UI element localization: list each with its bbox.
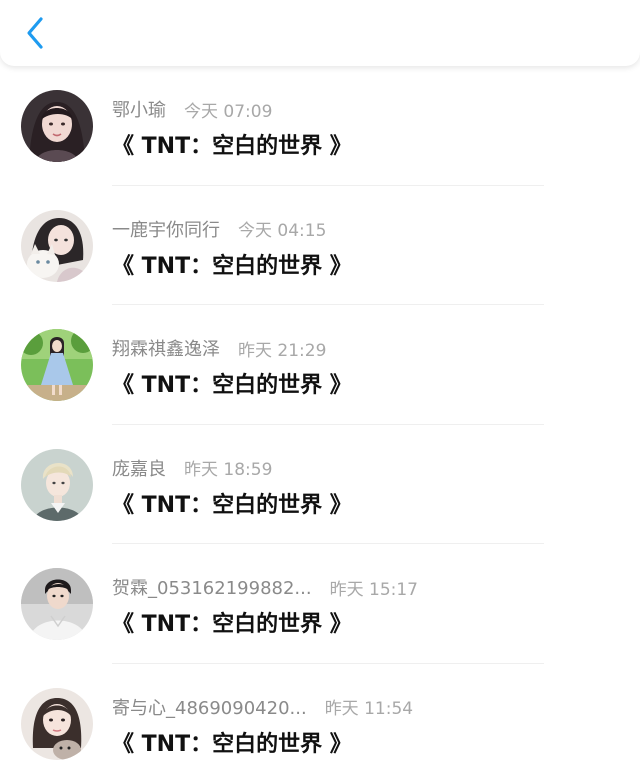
timestamp: 昨天 18:59 [184, 455, 272, 480]
message-preview: 《 TNT：空白的世界 》 [112, 726, 352, 758]
list-item[interactable]: 一鹿宇你同行 今天 04:15 《 TNT：空白的世界 》 [0, 186, 640, 306]
message-preview: 《 TNT：空白的世界 》 [112, 248, 352, 280]
username[interactable]: 一鹿宇你同行 [112, 216, 220, 242]
username[interactable]: 寄与心_4869090420... [112, 694, 307, 720]
list-item[interactable]: 贺霖_053162199882... 昨天 15:17 《 TNT：空白的世界 … [0, 544, 640, 664]
back-button[interactable] [18, 14, 52, 52]
username[interactable]: 翔霖祺鑫逸泽 [112, 335, 220, 361]
timestamp: 今天 04:15 [238, 216, 326, 241]
message-preview: 《 TNT：空白的世界 》 [112, 367, 352, 399]
message-preview: 《 TNT：空白的世界 》 [112, 487, 352, 519]
username[interactable]: 鄂小瑜 [112, 96, 166, 122]
avatar[interactable] [21, 210, 93, 282]
avatar[interactable] [21, 688, 93, 760]
username[interactable]: 庞嘉良 [112, 455, 166, 481]
list-item[interactable]: 鄂小瑜 今天 07:09 《 TNT：空白的世界 》 [0, 66, 640, 186]
avatar[interactable] [21, 449, 93, 521]
avatar[interactable] [21, 568, 93, 640]
timestamp: 昨天 11:54 [325, 694, 413, 719]
timestamp: 昨天 15:17 [330, 575, 418, 600]
message-list: 鄂小瑜 今天 07:09 《 TNT：空白的世界 》 一鹿宇你同行 [0, 66, 640, 774]
list-item[interactable]: 寄与心_4869090420... 昨天 11:54 《 TNT：空白的世界 》 [0, 664, 640, 783]
message-preview: 《 TNT：空白的世界 》 [112, 128, 352, 160]
timestamp: 今天 07:09 [184, 97, 272, 122]
avatar[interactable] [21, 329, 93, 401]
avatar[interactable] [21, 90, 93, 162]
timestamp: 昨天 21:29 [238, 336, 326, 361]
chevron-left-icon [24, 16, 46, 50]
list-item[interactable]: 庞嘉良 昨天 18:59 《 TNT：空白的世界 》 [0, 425, 640, 545]
message-preview: 《 TNT：空白的世界 》 [112, 606, 352, 638]
list-item[interactable]: 翔霖祺鑫逸泽 昨天 21:29 《 TNT：空白的世界 》 [0, 305, 640, 425]
username[interactable]: 贺霖_053162199882... [112, 574, 312, 600]
top-bar [0, 0, 640, 66]
